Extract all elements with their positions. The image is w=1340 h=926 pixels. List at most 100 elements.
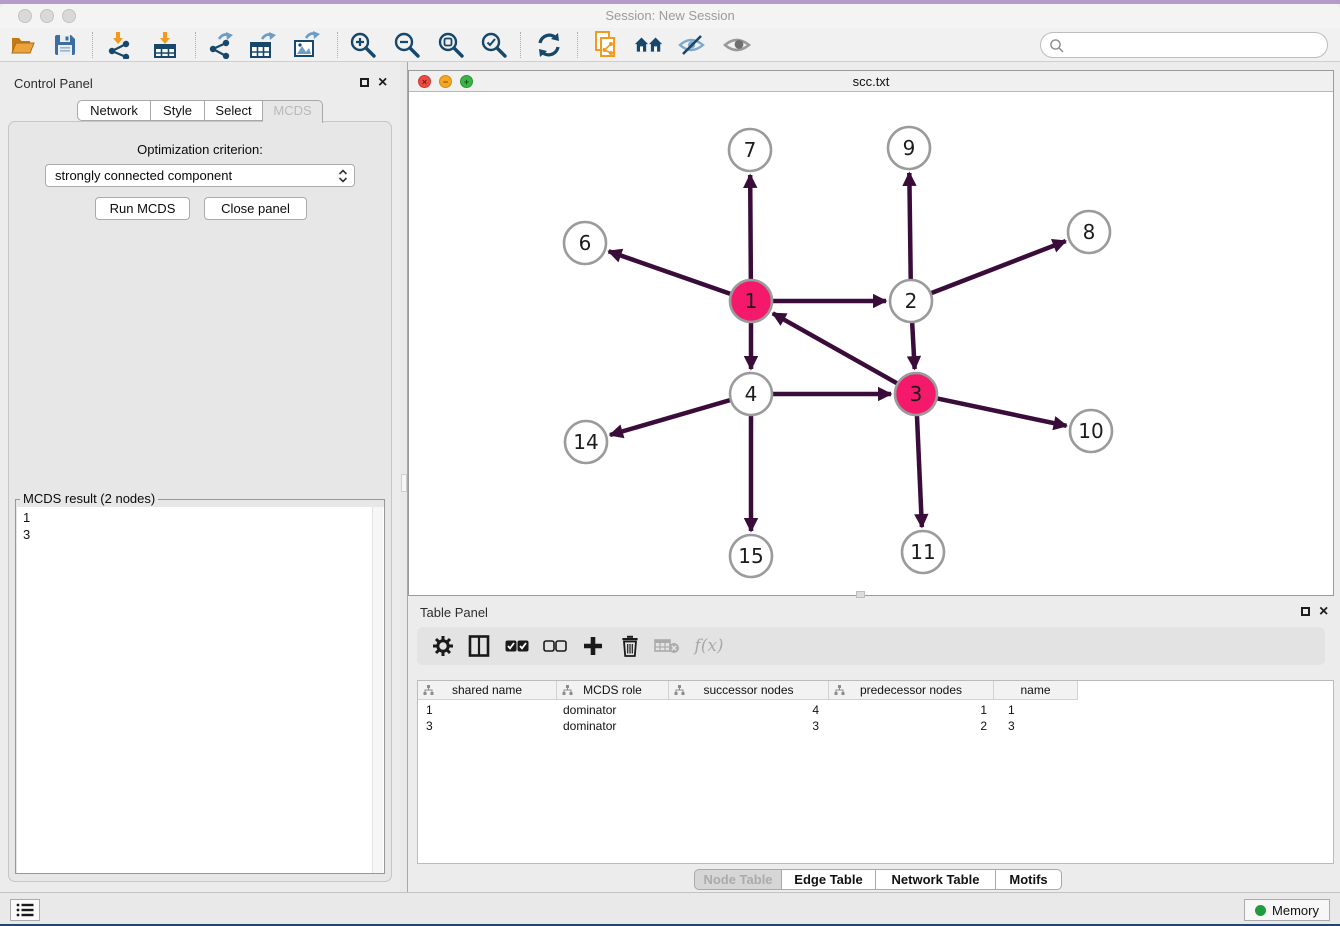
houses-icon	[634, 32, 664, 58]
tab-mcds[interactable]: MCDS	[263, 100, 323, 123]
tab-style[interactable]: Style	[151, 100, 205, 121]
cell-shared-name: 3	[426, 718, 551, 734]
import-table-icon	[151, 31, 179, 59]
graph-edge-3-11[interactable]	[917, 415, 922, 527]
result-scrollbar[interactable]	[372, 507, 383, 873]
window-titlebar[interactable]: Session: New Session	[0, 4, 1340, 28]
refresh-layout-button[interactable]	[534, 31, 564, 59]
tab-motifs[interactable]: Motifs	[996, 869, 1062, 890]
tab-edge-table[interactable]: Edge Table	[782, 869, 876, 890]
export-image-icon	[292, 31, 320, 59]
nested-networks-button[interactable]	[634, 31, 664, 59]
control-panel-title: Control Panel	[14, 76, 93, 91]
tab-select[interactable]: Select	[205, 100, 263, 121]
task-history-button[interactable]	[10, 899, 40, 921]
table-row[interactable]: 3 dominator 3 2 3	[418, 718, 1333, 734]
tab-node-table[interactable]: Node Table	[694, 869, 782, 890]
graph-edge-3-1[interactable]	[773, 313, 898, 383]
column-label: predecessor nodes	[860, 683, 962, 697]
column-label: successor nodes	[703, 683, 793, 697]
control-panel-tabs: Network Style Select MCDS	[77, 100, 323, 122]
zoom-selected-button[interactable]	[479, 31, 509, 59]
tab-network-table[interactable]: Network Table	[876, 869, 996, 890]
graph-node-label-8: 8	[1083, 220, 1096, 244]
horizontal-splitter-handle[interactable]	[856, 591, 865, 598]
tab-network[interactable]: Network	[77, 100, 151, 121]
graph-edge-2-3[interactable]	[912, 322, 915, 369]
zoom-window-button[interactable]	[62, 9, 76, 23]
mcds-result-title: MCDS result (2 nodes)	[20, 491, 158, 506]
table-row[interactable]: 1 dominator 4 1 1	[418, 702, 1333, 718]
graph-edge-2-9[interactable]	[909, 173, 910, 280]
toolbar-separator	[337, 32, 338, 58]
select-all-columns-button[interactable]	[503, 632, 531, 660]
column-header-predecessor-nodes[interactable]: predecessor nodes	[829, 681, 994, 700]
mcds-result-text[interactable]: 1 3	[17, 507, 384, 873]
vertical-splitter[interactable]	[400, 62, 408, 896]
float-panel-icon[interactable]	[360, 78, 369, 87]
delete-table-button[interactable]	[653, 632, 681, 660]
open-session-button[interactable]	[8, 31, 38, 59]
graph-node-label-9: 9	[903, 136, 916, 160]
clone-network-button[interactable]	[590, 31, 620, 59]
column-label: name	[1020, 683, 1050, 697]
graph-node-label-1: 1	[745, 289, 758, 313]
column-header-mcds-role[interactable]: MCDS role	[557, 681, 669, 700]
close-panel-button[interactable]: Close panel	[204, 197, 307, 220]
network-close-button[interactable]: ×	[418, 75, 431, 88]
graph-edge-3-10[interactable]	[937, 398, 1067, 425]
criterion-dropdown[interactable]: strongly connected component	[45, 164, 355, 187]
mcds-result-group: MCDS result (2 nodes) 1 3	[15, 499, 385, 874]
export-table-button[interactable]	[247, 31, 277, 59]
network-graph-canvas[interactable]: 7968124314101511	[409, 92, 1333, 595]
memory-label: Memory	[1272, 903, 1319, 918]
export-network-button[interactable]	[205, 31, 235, 59]
cell-name: 1	[1008, 702, 1078, 718]
float-panel-icon[interactable]	[1301, 607, 1310, 616]
network-maximize-button[interactable]: +	[460, 75, 473, 88]
graph-node-label-6: 6	[579, 231, 592, 255]
network-window-titlebar[interactable]: × − + scc.txt	[409, 71, 1333, 92]
cell-mcds-role: dominator	[563, 718, 663, 734]
add-column-button[interactable]	[579, 632, 607, 660]
run-mcds-button[interactable]: Run MCDS	[95, 197, 190, 220]
close-panel-icon[interactable]: ×	[378, 77, 387, 89]
search-input[interactable]	[1040, 32, 1328, 58]
table-tabs: Node Table Edge Table Network Table Moti…	[694, 869, 1062, 891]
graph-edge-1-7[interactable]	[750, 175, 751, 280]
splitter-handle[interactable]	[401, 474, 407, 492]
column-header-name[interactable]: name	[994, 681, 1078, 700]
memory-button[interactable]: Memory	[1244, 899, 1330, 921]
minimize-window-button[interactable]	[40, 9, 54, 23]
export-image-button[interactable]	[291, 31, 321, 59]
zoom-fit-button[interactable]	[436, 31, 466, 59]
show-column-button[interactable]	[465, 632, 493, 660]
column-header-shared-name[interactable]: shared name	[418, 681, 557, 700]
sitemap-icon	[834, 685, 845, 696]
graph-edge-2-8[interactable]	[931, 241, 1066, 293]
graph-edge-4-14[interactable]	[610, 400, 731, 435]
zoom-out-button[interactable]	[392, 31, 422, 59]
open-folder-icon	[10, 33, 36, 57]
settings-gear-button[interactable]	[429, 632, 457, 660]
sitemap-icon	[562, 685, 573, 696]
save-session-button[interactable]	[50, 31, 80, 59]
network-minimize-button[interactable]: −	[439, 75, 452, 88]
hide-selected-button[interactable]	[677, 31, 707, 59]
show-all-button[interactable]	[722, 31, 752, 59]
close-panel-icon[interactable]: ×	[1319, 606, 1328, 618]
import-network-icon	[105, 31, 133, 59]
columns-icon	[468, 635, 490, 657]
column-label: shared name	[452, 683, 522, 697]
import-table-button[interactable]	[150, 31, 180, 59]
close-window-button[interactable]	[18, 9, 32, 23]
function-builder-button[interactable]: f(x)	[689, 632, 729, 660]
graph-edge-1-6[interactable]	[609, 251, 732, 294]
table-panel: Table Panel ×	[408, 599, 1334, 894]
column-header-successor-nodes[interactable]: successor nodes	[669, 681, 829, 700]
import-network-button[interactable]	[104, 31, 134, 59]
deselect-all-columns-button[interactable]	[541, 632, 569, 660]
delete-column-button[interactable]	[616, 632, 644, 660]
memory-status-dot-icon	[1255, 905, 1266, 916]
zoom-in-button[interactable]	[348, 31, 378, 59]
